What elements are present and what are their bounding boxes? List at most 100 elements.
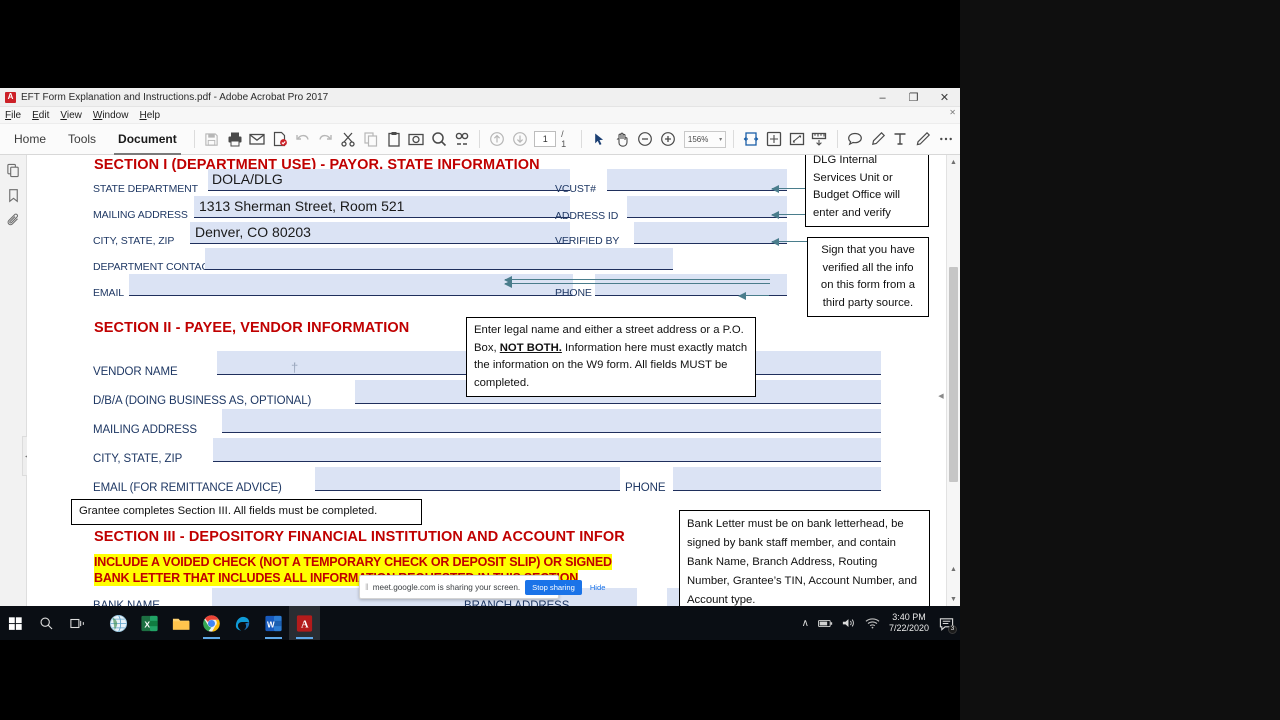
svg-text:X: X bbox=[144, 619, 150, 629]
zoom-level-value: 156% bbox=[688, 135, 708, 144]
label-email-remittance: EMAIL (FOR REMITTANCE ADVICE) bbox=[93, 482, 282, 494]
scrollbar-thumb[interactable] bbox=[949, 267, 958, 482]
taskbar-app-edge[interactable] bbox=[227, 606, 258, 640]
window-controls: – ❐ ✕ bbox=[867, 88, 960, 107]
compare-icon[interactable] bbox=[451, 128, 472, 151]
chevron-down-icon: ▾ bbox=[719, 136, 722, 143]
meet-participant-tile[interactable]: Randi Snead - DOLA bbox=[960, 0, 1280, 720]
field-email-remittance[interactable] bbox=[315, 467, 620, 491]
volume-icon[interactable] bbox=[842, 617, 856, 629]
field-mailing-address-2[interactable] bbox=[222, 409, 881, 433]
minimize-button[interactable]: – bbox=[867, 88, 898, 107]
toolbar-divider-2 bbox=[479, 130, 480, 148]
navigation-pane bbox=[0, 155, 27, 606]
system-tray: ∧ 3:40 PM 7/22/2020 3 bbox=[802, 606, 960, 640]
field-phone-section1[interactable] bbox=[595, 274, 787, 296]
add-text-icon[interactable] bbox=[890, 128, 911, 151]
taskbar-word-running-indicator bbox=[265, 637, 282, 639]
taskbar-app-chrome[interactable] bbox=[196, 606, 227, 640]
right-pane-collapse-handle[interactable]: ◀ bbox=[937, 383, 945, 409]
zoom-in-icon[interactable] bbox=[657, 128, 678, 151]
tab-tools[interactable]: Tools bbox=[58, 124, 106, 155]
task-view-icon[interactable] bbox=[62, 606, 93, 640]
attachments-icon[interactable] bbox=[5, 212, 21, 228]
upload-icon[interactable] bbox=[487, 128, 508, 151]
taskbar-app-acrobat[interactable]: A bbox=[289, 606, 320, 640]
zoom-out-icon[interactable] bbox=[634, 128, 655, 151]
field-department-contact[interactable] bbox=[205, 248, 673, 270]
label-address-id: ADDRESS ID bbox=[555, 210, 618, 222]
select-tool-icon[interactable] bbox=[589, 128, 610, 151]
email-icon[interactable] bbox=[247, 128, 268, 151]
pdf-page-area[interactable]: SECTION I (DEPARTMENT USE) - PAYOR, STAT… bbox=[27, 155, 960, 606]
fit-width-icon[interactable] bbox=[741, 128, 762, 151]
search-icon[interactable] bbox=[31, 606, 62, 640]
full-screen-icon[interactable] bbox=[786, 128, 807, 151]
field-verified-by[interactable] bbox=[634, 222, 787, 244]
main-toolbar: Home Tools Document bbox=[0, 124, 960, 155]
callout-verified-by: Sign that you have verified all the info… bbox=[807, 237, 929, 317]
pan-zoom-icon[interactable] bbox=[764, 128, 785, 151]
previous-page-button[interactable]: ▲ bbox=[947, 562, 960, 576]
previous-page-icon[interactable] bbox=[510, 128, 531, 151]
menu-help[interactable]: Help bbox=[139, 110, 160, 121]
taskbar-clock[interactable]: 3:40 PM 7/22/2020 bbox=[889, 612, 929, 634]
cut-icon[interactable] bbox=[338, 128, 359, 151]
menu-edit[interactable]: Edit bbox=[32, 110, 49, 121]
print-icon[interactable] bbox=[224, 128, 245, 151]
more-tools-icon[interactable] bbox=[936, 128, 957, 151]
maximize-button[interactable]: ❐ bbox=[898, 88, 929, 107]
battery-icon[interactable] bbox=[818, 618, 833, 629]
tab-document[interactable]: Document bbox=[108, 124, 187, 155]
zoom-level-select[interactable]: 156% ▾ bbox=[684, 131, 726, 148]
tray-expand-chevron-icon[interactable]: ∧ bbox=[802, 618, 809, 629]
copy-icon[interactable] bbox=[361, 128, 382, 151]
page-number-input[interactable]: 1 bbox=[534, 131, 556, 147]
toolbar-divider bbox=[194, 130, 195, 148]
comment-icon[interactable] bbox=[845, 128, 866, 151]
drag-handle-icon[interactable]: ‖ bbox=[365, 582, 368, 592]
menu-file[interactable]: File bbox=[5, 110, 21, 121]
redo-icon[interactable] bbox=[315, 128, 336, 151]
start-button-icon[interactable] bbox=[0, 606, 31, 640]
paste-icon[interactable] bbox=[383, 128, 404, 151]
field-vcust[interactable] bbox=[607, 169, 787, 191]
hide-button[interactable]: Hide bbox=[587, 583, 609, 592]
stop-sharing-button[interactable]: Stop sharing bbox=[525, 580, 582, 595]
bookmarks-icon[interactable] bbox=[5, 187, 21, 203]
next-page-button[interactable]: ▼ bbox=[947, 592, 960, 606]
menu-window[interactable]: Window bbox=[93, 110, 129, 121]
field-city-state-zip-2[interactable] bbox=[213, 438, 881, 462]
scroll-up-button[interactable]: ▲ bbox=[947, 155, 960, 169]
svg-text:W: W bbox=[267, 620, 275, 629]
send-for-signature-icon[interactable] bbox=[270, 128, 291, 151]
page-vertical-scrollbar[interactable]: ▲ ▲ ▼ bbox=[946, 155, 960, 606]
hand-tool-icon[interactable] bbox=[612, 128, 633, 151]
save-icon[interactable] bbox=[202, 128, 223, 151]
document-close-icon[interactable]: ✕ bbox=[949, 108, 956, 117]
taskbar-app-file-explorer[interactable] bbox=[165, 606, 196, 640]
field-phone-section2[interactable] bbox=[673, 467, 881, 491]
measure-icon[interactable] bbox=[809, 128, 830, 151]
acrobat-app-icon: A bbox=[5, 92, 16, 103]
notifications-icon[interactable]: 3 bbox=[938, 615, 955, 632]
taskbar-app-word[interactable]: W bbox=[258, 606, 289, 640]
close-button[interactable]: ✕ bbox=[929, 88, 960, 107]
tab-home[interactable]: Home bbox=[4, 124, 56, 155]
draw-icon[interactable] bbox=[913, 128, 934, 151]
find-icon[interactable] bbox=[429, 128, 450, 151]
taskbar-app-globe[interactable] bbox=[103, 606, 134, 640]
label-vendor-name: VENDOR NAME bbox=[93, 366, 178, 378]
label-phone-section1: PHONE bbox=[555, 287, 592, 299]
taskbar-app-excel[interactable]: X bbox=[134, 606, 165, 640]
page-thumbnails-icon[interactable] bbox=[5, 162, 21, 178]
arrow-to-verified-by bbox=[772, 241, 807, 242]
highlight-icon[interactable] bbox=[867, 128, 888, 151]
wifi-icon[interactable] bbox=[865, 617, 880, 629]
menu-view[interactable]: View bbox=[60, 110, 82, 121]
callout-vendor-info-bold: NOT BOTH. bbox=[500, 342, 562, 354]
undo-icon[interactable] bbox=[292, 128, 313, 151]
field-address-id[interactable] bbox=[627, 196, 787, 218]
taskbar-left-group: X W A bbox=[0, 606, 320, 640]
snapshot-icon[interactable] bbox=[406, 128, 427, 151]
